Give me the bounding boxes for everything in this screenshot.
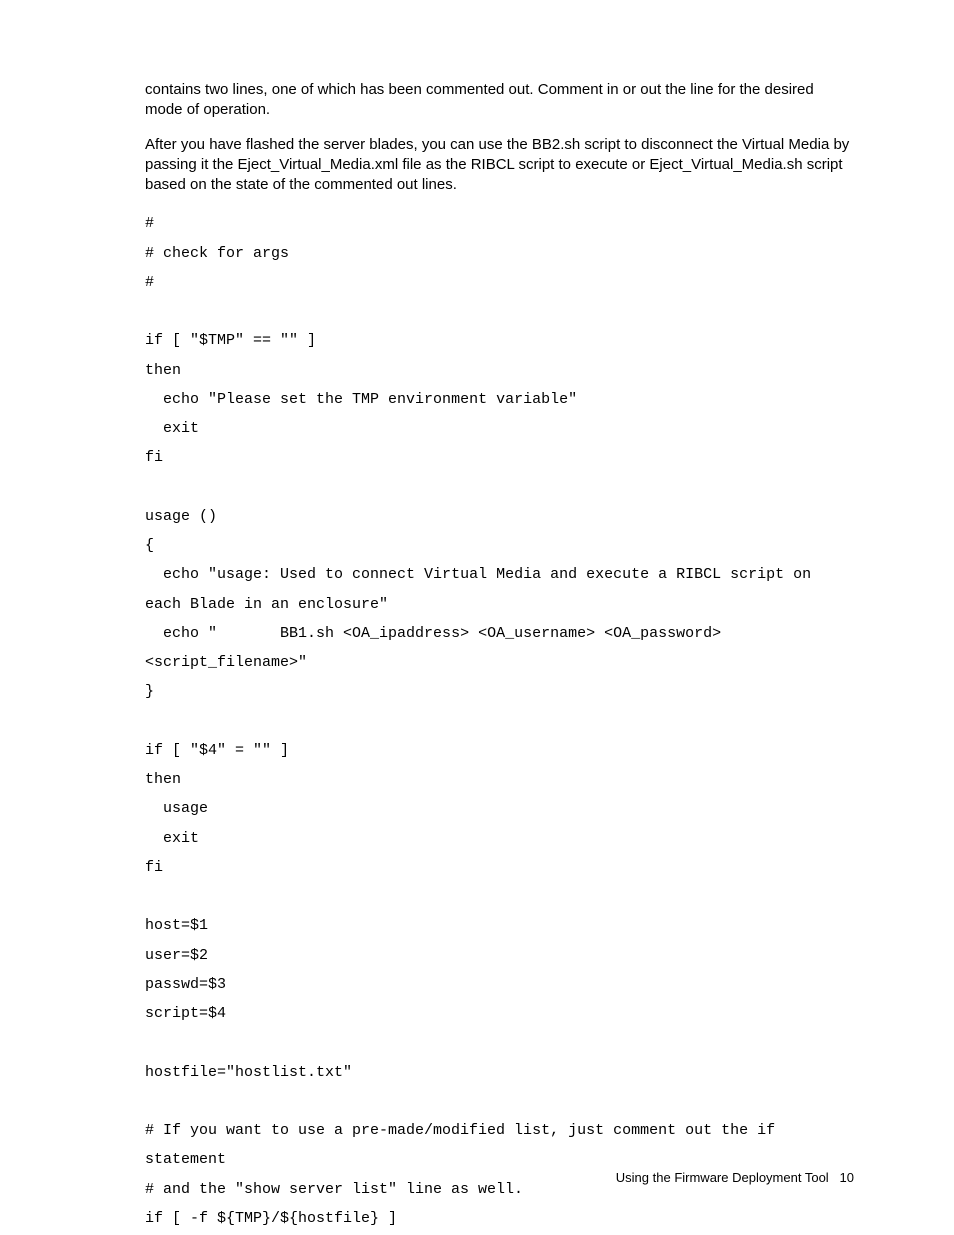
- code-block: # # check for args # if [ "$TMP" == "" ]…: [145, 209, 854, 1233]
- footer-section: Using the Firmware Deployment Tool: [616, 1170, 829, 1185]
- page-footer: Using the Firmware Deployment Tool 10: [616, 1170, 854, 1185]
- paragraph-1: contains two lines, one of which has bee…: [145, 80, 854, 121]
- footer-page-number: 10: [840, 1170, 854, 1185]
- page-container: contains two lines, one of which has bee…: [0, 0, 954, 1235]
- paragraph-2: After you have flashed the server blades…: [145, 135, 854, 196]
